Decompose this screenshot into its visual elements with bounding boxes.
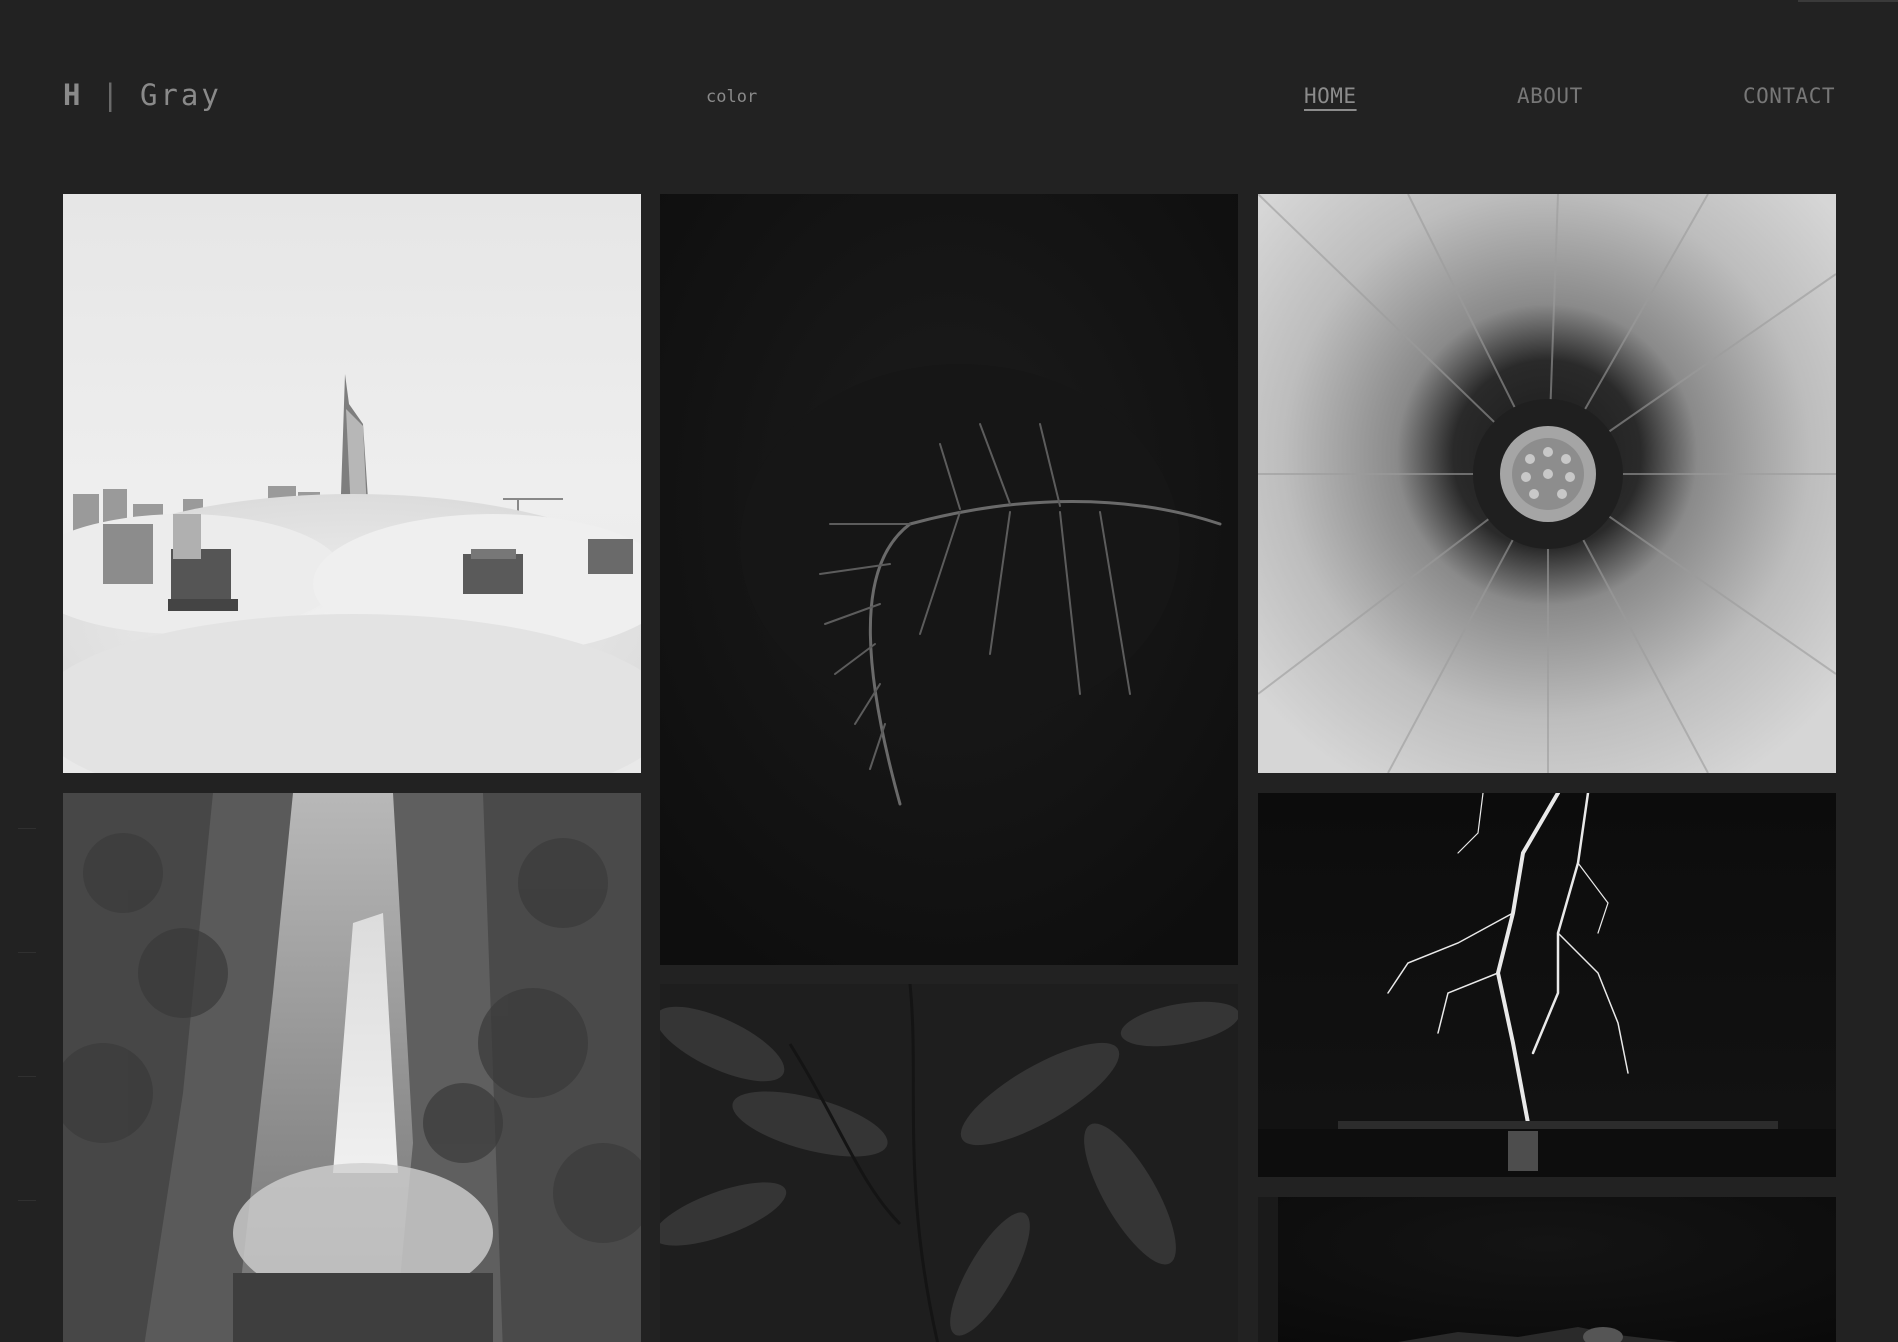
side-tick [18, 1076, 36, 1077]
side-tick [18, 1200, 36, 1201]
site-logo[interactable]: H | Gray [63, 78, 222, 112]
lightning-image [1258, 793, 1836, 1177]
photo-daisy[interactable] [1258, 194, 1836, 773]
photo-fern[interactable] [660, 194, 1238, 965]
city-skyline-image [63, 194, 641, 773]
photo-lightning[interactable] [1258, 793, 1836, 1177]
photo-city-skyline[interactable] [63, 194, 641, 773]
side-tick [18, 828, 36, 829]
logo-separator: | [101, 78, 120, 112]
photo-leaves[interactable] [660, 984, 1238, 1342]
waterfall-image [63, 793, 641, 1342]
logo-mark: H [63, 78, 82, 112]
leaves-image [660, 984, 1238, 1342]
logo-name: Gray [139, 78, 222, 112]
nav-about-link[interactable]: ABOUT [1517, 84, 1583, 108]
dark-landscape-image [1258, 1197, 1836, 1342]
fern-image [660, 194, 1238, 965]
nav-home-link[interactable]: HOME [1304, 84, 1357, 108]
top-accent-line [1798, 0, 1898, 2]
photo-dark-landscape[interactable] [1258, 1197, 1836, 1342]
daisy-image [1258, 194, 1836, 773]
nav-contact-link[interactable]: CONTACT [1743, 84, 1835, 108]
page: H | Gray color HOME ABOUT CONTACT [0, 0, 1898, 1342]
photo-waterfall[interactable] [63, 793, 641, 1342]
color-toggle-link[interactable]: color [706, 87, 757, 107]
side-tick [18, 952, 36, 953]
